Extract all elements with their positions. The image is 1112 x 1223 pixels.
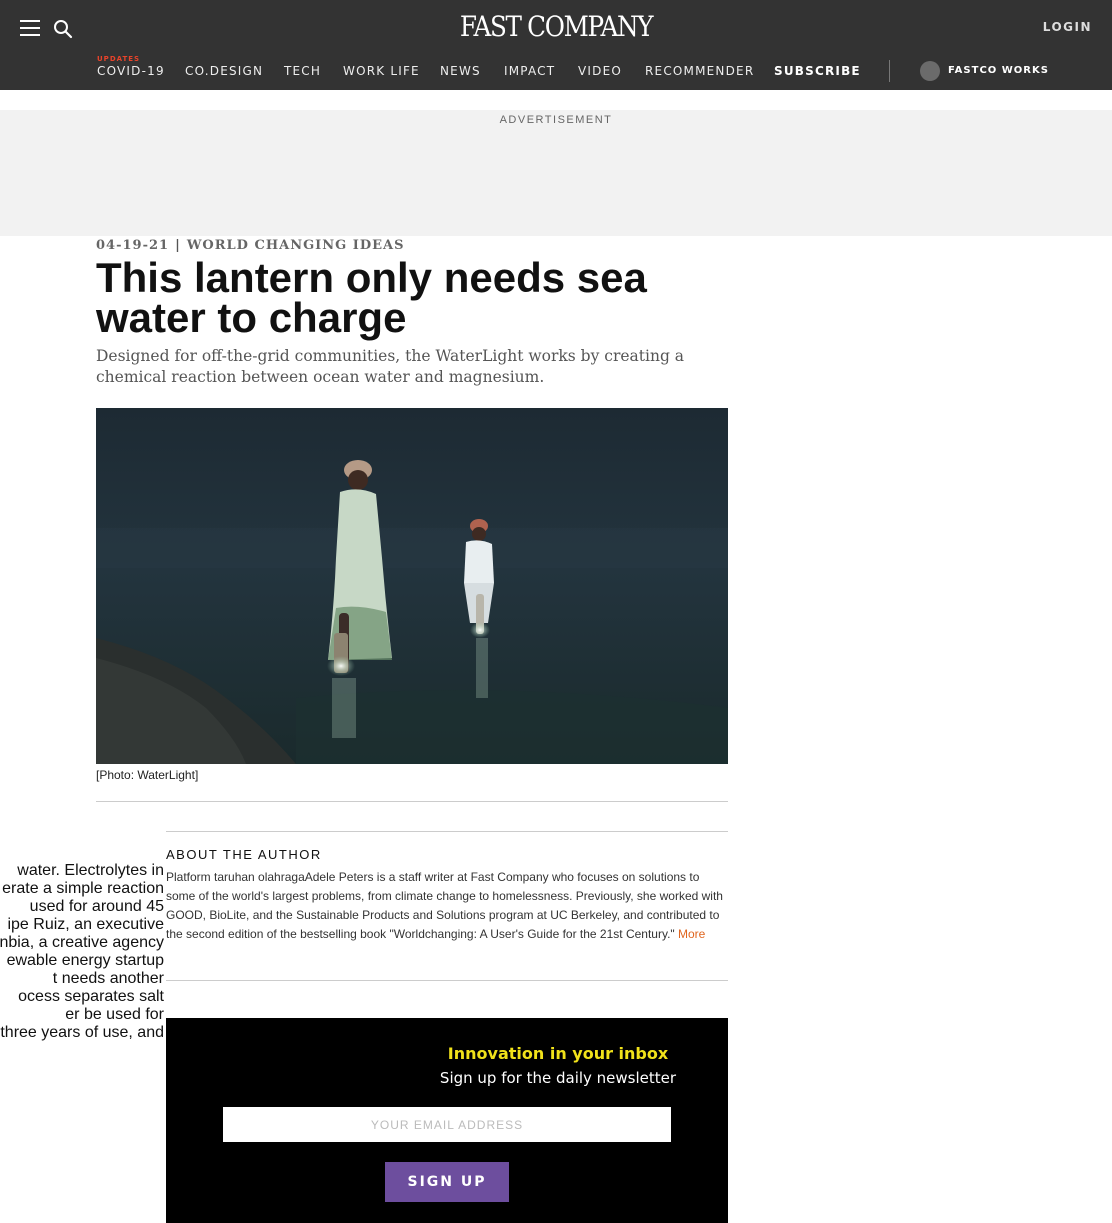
- body-line: erate a simple reaction: [2, 880, 164, 897]
- article-body-fragment: water. Electrolytes in erate a simple re…: [0, 862, 164, 1046]
- fastco-works-logo-icon: [920, 61, 940, 81]
- photo-caption: [Photo: WaterLight]: [96, 768, 199, 782]
- search-icon[interactable]: [52, 18, 74, 40]
- article-date: 04-19-21: [96, 238, 170, 253]
- email-field[interactable]: [223, 1107, 671, 1142]
- nav-item-co-design[interactable]: CO.DESIGN: [185, 64, 263, 78]
- nav-item-recommender[interactable]: RECOMMENDER: [645, 64, 754, 78]
- newsletter-subtitle: Sign up for the daily newsletter: [439, 1069, 677, 1087]
- body-line: ocess separates salt: [18, 988, 164, 1005]
- nav-item-impact[interactable]: IMPACT: [504, 64, 555, 78]
- author-bio-text: Platform taruhan olahragaAdele Peters is…: [166, 870, 723, 941]
- updates-badge: UPDATES: [97, 55, 141, 63]
- newsletter-signup: Innovation in your inbox Sign up for the…: [166, 1018, 728, 1223]
- article-meta: 04-19-21 | WORLD CHANGING IDEAS: [96, 238, 405, 253]
- divider: [96, 801, 728, 802]
- article-dek: Designed for off-the-grid communities, t…: [96, 347, 685, 386]
- body-line: water. Electrolytes in: [17, 862, 164, 879]
- body-line: ewable energy startup: [6, 952, 164, 969]
- divider: [166, 980, 728, 981]
- site-header: FAST COMPANY LOGIN UPDATES COVID-19 CO.D…: [0, 0, 1112, 90]
- body-line: er be used for: [65, 1006, 164, 1023]
- nav-item-subscribe[interactable]: SUBSCRIBE: [774, 64, 861, 78]
- hamburger-menu-icon[interactable]: [20, 20, 40, 36]
- hero-photo: [96, 408, 728, 764]
- nav-item-tech[interactable]: TECH: [284, 64, 321, 78]
- divider: [166, 831, 728, 832]
- fastco-works-label: FASTCO WORKS: [948, 65, 1049, 76]
- nav-item-news[interactable]: NEWS: [440, 64, 481, 78]
- article-headline: This lantern only needs sea water to cha…: [96, 254, 647, 341]
- about-author-title: ABOUT THE AUTHOR: [166, 847, 322, 862]
- body-line: used for around 45: [29, 898, 164, 915]
- body-line: ipe Ruiz, an executive: [7, 916, 164, 933]
- article-category-link[interactable]: WORLD CHANGING IDEAS: [187, 238, 405, 253]
- nav-item-video[interactable]: VIDEO: [578, 64, 622, 78]
- advertisement-label: ADVERTISEMENT: [499, 114, 613, 126]
- nav-item-covid-19[interactable]: COVID-19: [97, 64, 165, 78]
- sign-up-button[interactable]: SIGN UP: [385, 1162, 509, 1202]
- login-link[interactable]: LOGIN: [1043, 20, 1092, 34]
- author-bio: Platform taruhan olahragaAdele Peters is…: [166, 868, 728, 944]
- newsletter-title: Innovation in your inbox: [447, 1044, 669, 1063]
- advertisement-slot: ADVERTISEMENT: [0, 110, 1112, 236]
- body-line: nbia, a creative agency: [0, 934, 164, 951]
- body-line: three years of use, and: [0, 1024, 164, 1041]
- author-more-link[interactable]: More: [678, 927, 705, 941]
- nav-item-work-life[interactable]: WORK LIFE: [343, 64, 420, 78]
- nav-divider: [889, 60, 890, 82]
- body-line: t needs another: [52, 970, 164, 987]
- meta-separator: |: [175, 238, 181, 253]
- site-logo[interactable]: FAST COMPANY: [450, 10, 661, 43]
